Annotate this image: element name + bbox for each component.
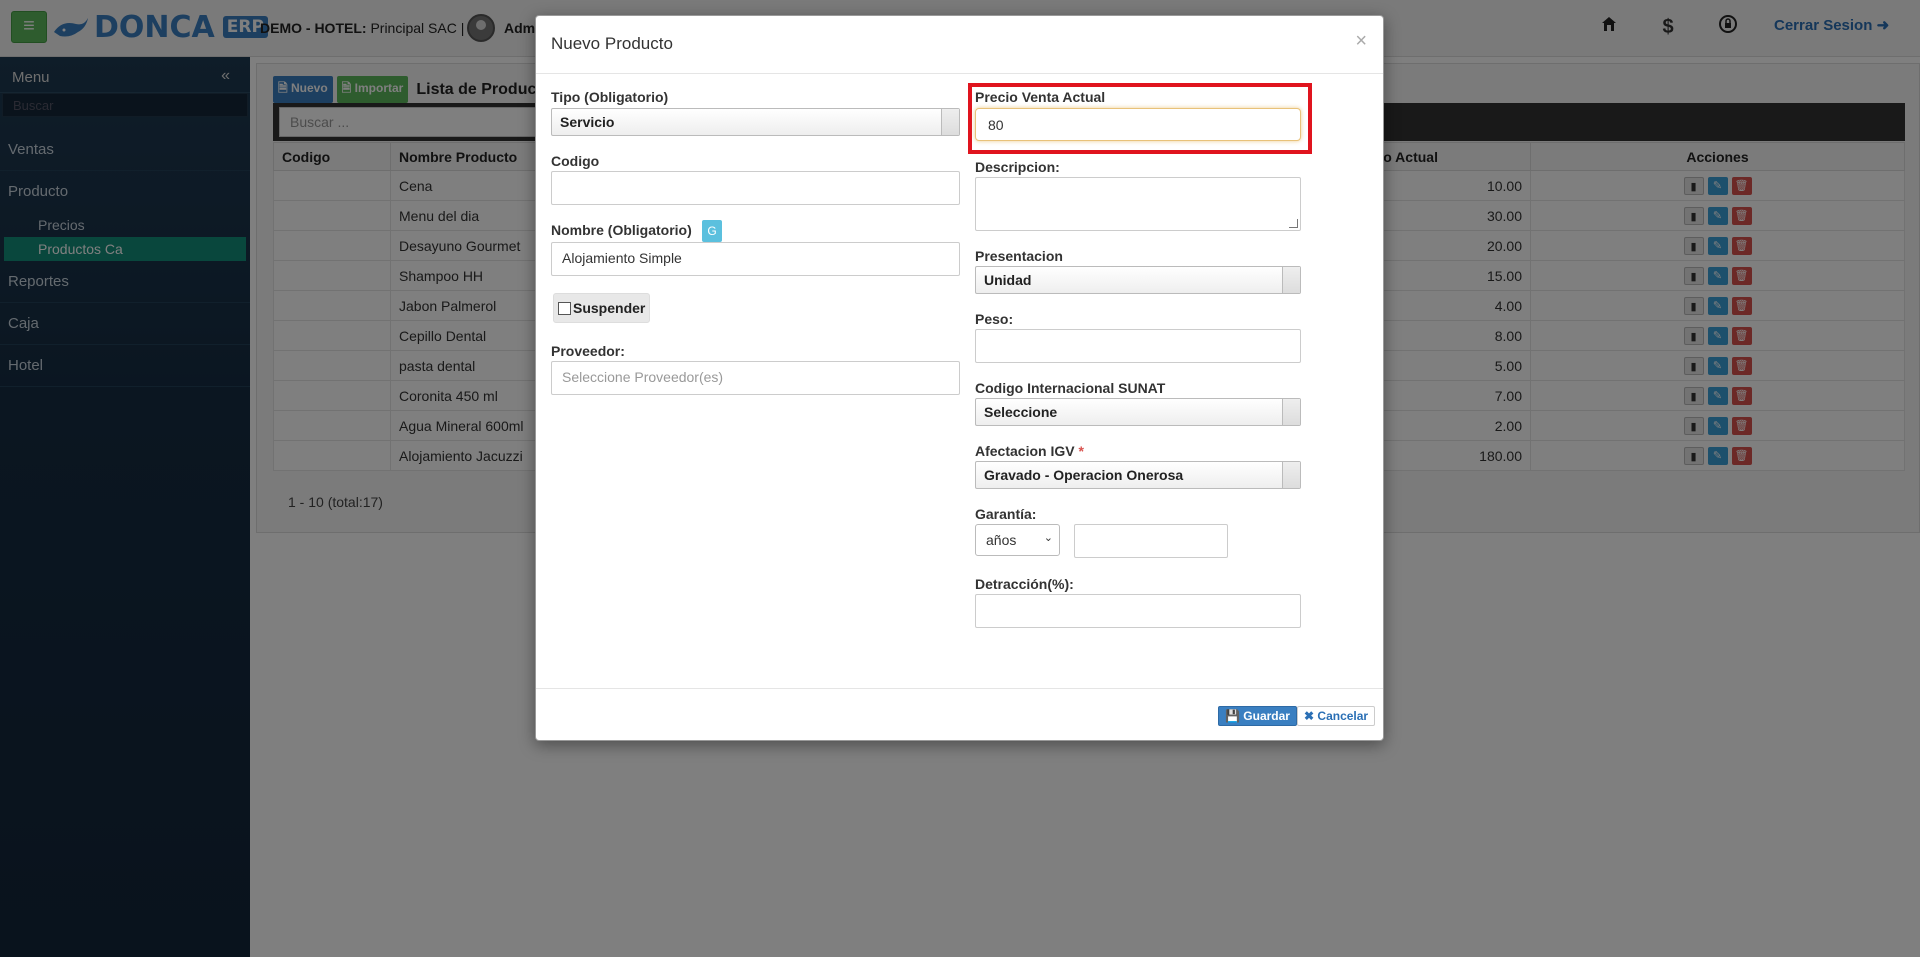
peso-label: Peso: [975, 311, 1014, 327]
tipo-value: Servicio [560, 114, 615, 130]
modal-title: Nuevo Producto [551, 34, 673, 53]
proveedor-label: Proveedor: [551, 343, 625, 359]
suspender-toggle[interactable]: Suspender [553, 293, 651, 323]
sunat-label: Codigo Internacional SUNAT [975, 380, 1166, 396]
required-marker: * [1078, 443, 1084, 459]
suspender-checkbox[interactable] [558, 301, 571, 315]
save-icon: 💾 [1225, 709, 1240, 723]
detraccion-input[interactable] [975, 594, 1301, 628]
generate-code-button[interactable]: G [702, 220, 722, 242]
presentacion-select[interactable]: Unidad [975, 266, 1301, 294]
garantia-unit-select[interactable]: años ⌄ [975, 524, 1060, 556]
precio-input[interactable]: 80 [975, 108, 1301, 141]
chevron-down-icon [1282, 399, 1300, 425]
close-icon[interactable]: × [1355, 30, 1367, 53]
codigo-label: Codigo [551, 153, 600, 169]
descripcion-label: Descripcion: [975, 159, 1060, 175]
precio-label: Precio Venta Actual [975, 89, 1106, 105]
detraccion-label: Detracción(%): [975, 576, 1074, 592]
nombre-label: Nombre (Obligatorio) [551, 222, 692, 238]
igv-select[interactable]: Gravado - Operacion Onerosa [975, 461, 1301, 489]
modal-header: Nuevo Producto × [536, 16, 1383, 74]
codigo-input[interactable] [551, 171, 960, 205]
presentacion-label: Presentacion [975, 248, 1063, 264]
chevron-down-icon [941, 109, 959, 135]
suspender-label: Suspender [573, 300, 646, 316]
save-button[interactable]: 💾 Guardar [1218, 706, 1297, 726]
close-icon: ✖ [1304, 709, 1315, 723]
igv-value: Gravado - Operacion Onerosa [984, 467, 1184, 483]
nombre-input[interactable]: Alojamiento Simple [551, 242, 960, 276]
cancel-button[interactable]: ✖ Cancelar [1297, 706, 1376, 726]
igv-label: Afectacion IGV * [975, 443, 1084, 459]
chevron-down-icon [1282, 267, 1300, 293]
descripcion-textarea[interactable] [975, 177, 1301, 231]
garantia-label: Garantía: [975, 506, 1037, 522]
garantia-input[interactable] [1074, 524, 1228, 558]
tipo-label: Tipo (Obligatorio) [551, 89, 669, 105]
garantia-unit-value: años [986, 532, 1017, 548]
chevron-down-icon: ⌄ [1043, 532, 1053, 544]
presentacion-value: Unidad [984, 272, 1032, 288]
sunat-select[interactable]: Seleccione [975, 398, 1301, 426]
proveedor-select[interactable]: Seleccione Proveedor(es) [551, 361, 960, 395]
peso-input[interactable] [975, 329, 1301, 363]
tipo-select[interactable]: Servicio [551, 108, 960, 136]
sunat-value: Seleccione [984, 404, 1058, 420]
chevron-down-icon [1282, 462, 1300, 488]
